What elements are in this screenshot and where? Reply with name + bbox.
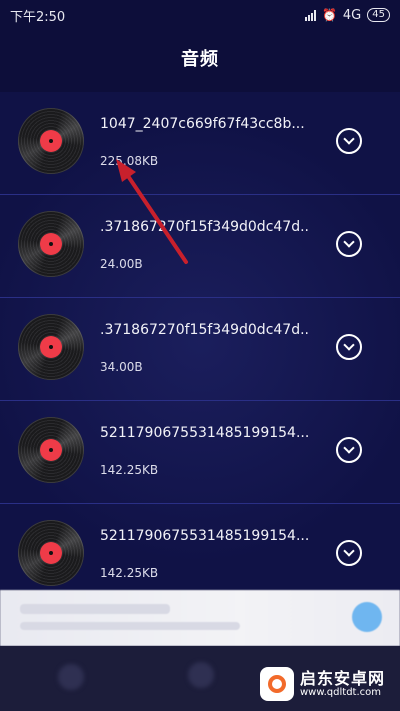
audio-list[interactable]: 1047_2407c669f67f43cc8b... 225.08KB .371…: [0, 92, 400, 590]
expand-chevron-icon[interactable]: [336, 540, 362, 566]
list-item[interactable]: 5211790675531485199154... 142.25KB: [0, 504, 400, 590]
file-size: 34.00B: [100, 360, 143, 374]
vinyl-disc-icon: [18, 520, 84, 586]
vinyl-disc-icon: [18, 108, 84, 174]
app-header: 音频: [0, 30, 400, 86]
vinyl-disc-icon: [18, 314, 84, 380]
signal-icon: [304, 9, 316, 21]
file-size: 225.08KB: [100, 154, 159, 168]
vinyl-disc-icon: [18, 417, 84, 483]
watermark-title: 启东安卓网: [300, 668, 386, 688]
vinyl-disc-icon: [18, 211, 84, 277]
alarm-icon: ⏰: [321, 8, 337, 22]
file-name: 1047_2407c669f67f43cc8b...: [100, 116, 305, 132]
status-icons: ⏰ 4G 45: [304, 7, 390, 23]
ad-banner[interactable]: [0, 590, 400, 646]
list-item[interactable]: 5211790675531485199154... 142.25KB: [0, 401, 400, 504]
network-type: 4G: [342, 7, 362, 23]
expand-chevron-icon[interactable]: [336, 334, 362, 360]
status-time: 下午2:50: [10, 9, 66, 25]
nav-center-icon[interactable]: [188, 662, 214, 688]
file-name: 5211790675531485199154...: [100, 528, 310, 544]
list-item[interactable]: .371867270f15f349d0dc47d... 24.00B: [0, 195, 400, 298]
page-title: 音频: [181, 49, 219, 70]
file-size: 142.25KB: [100, 566, 159, 580]
file-size: 24.00B: [100, 257, 143, 271]
expand-chevron-icon[interactable]: [336, 231, 362, 257]
list-item[interactable]: 1047_2407c669f67f43cc8b... 225.08KB: [0, 92, 400, 195]
file-name: .371867270f15f349d0dc47d...: [100, 219, 310, 235]
file-name: 5211790675531485199154...: [100, 425, 310, 441]
battery-indicator: 45: [367, 8, 390, 22]
expand-chevron-icon[interactable]: [336, 128, 362, 154]
file-name: .371867270f15f349d0dc47d...: [100, 322, 310, 338]
file-size: 142.25KB: [100, 463, 159, 477]
watermark-url: www.qdltdt.com: [300, 687, 381, 699]
status-bar: 下午2:50 ⏰ 4G 45: [0, 0, 400, 30]
expand-chevron-icon[interactable]: [336, 437, 362, 463]
nav-home-icon[interactable]: [58, 664, 84, 690]
site-logo-icon: [260, 667, 294, 701]
site-watermark: 启东安卓网 www.qdltdt.com: [260, 660, 400, 708]
list-item[interactable]: .371867270f15f349d0dc47d... 34.00B: [0, 298, 400, 401]
